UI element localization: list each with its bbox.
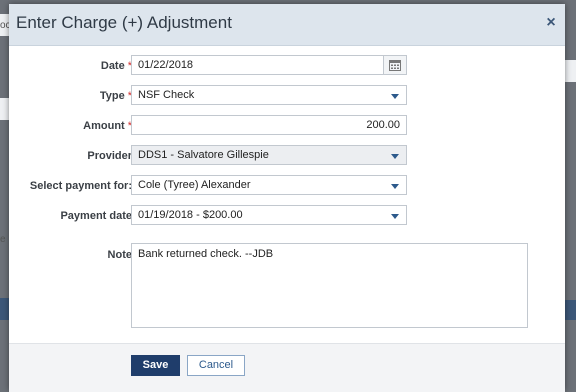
provider-label: Provider: [87, 150, 132, 162]
payment-date-label: Payment date: [60, 210, 132, 222]
cancel-button[interactable]: Cancel: [187, 355, 245, 376]
amount-value: 200.00: [366, 119, 400, 131]
note-textarea[interactable]: Bank returned check. --JDB: [131, 243, 528, 328]
dialog-header: Enter Charge (+) Adjustment ×: [9, 4, 565, 46]
chevron-down-icon: [391, 184, 399, 189]
note-label: Note: [107, 249, 132, 261]
charge-adjustment-dialog: Enter Charge (+) Adjustment × Date * 01/2…: [9, 4, 565, 392]
chevron-down-icon: [391, 154, 399, 159]
date-field[interactable]: 01/22/2018: [131, 55, 407, 75]
date-label: Date *: [100, 60, 132, 72]
type-select[interactable]: NSF Check: [131, 85, 407, 105]
type-value: NSF Check: [138, 89, 195, 101]
dialog-footer: Save Cancel: [9, 343, 565, 392]
type-label: Type *: [99, 90, 132, 102]
chevron-down-icon: [391, 94, 399, 99]
calendar-button[interactable]: [383, 56, 406, 74]
dialog-title: Enter Charge (+) Adjustment: [16, 13, 232, 32]
close-icon[interactable]: ×: [544, 15, 558, 31]
calendar-icon: [389, 60, 401, 71]
payment-date-select[interactable]: 01/19/2018 - $200.00: [131, 205, 407, 225]
payment-for-select[interactable]: Cole (Tyree) Alexander: [131, 175, 407, 195]
bg-strip: [565, 60, 576, 82]
bg-strip: [0, 298, 9, 320]
save-button[interactable]: Save: [131, 355, 180, 376]
date-value: 01/22/2018: [138, 59, 194, 71]
amount-input[interactable]: 200.00: [131, 115, 407, 135]
payment-for-label: Select payment for:: [29, 180, 132, 192]
payment-for-value: Cole (Tyree) Alexander: [138, 179, 251, 191]
provider-value: DDS1 - Salvatore Gillespie: [138, 149, 269, 161]
bg-text: e: [0, 234, 6, 245]
payment-date-value: 01/19/2018 - $200.00: [138, 209, 243, 221]
amount-label: Amount *: [83, 120, 132, 132]
provider-select: DDS1 - Salvatore Gillespie: [131, 145, 407, 165]
bg-strip: [565, 300, 576, 320]
chevron-down-icon: [391, 214, 399, 219]
bg-strip: [0, 98, 9, 120]
